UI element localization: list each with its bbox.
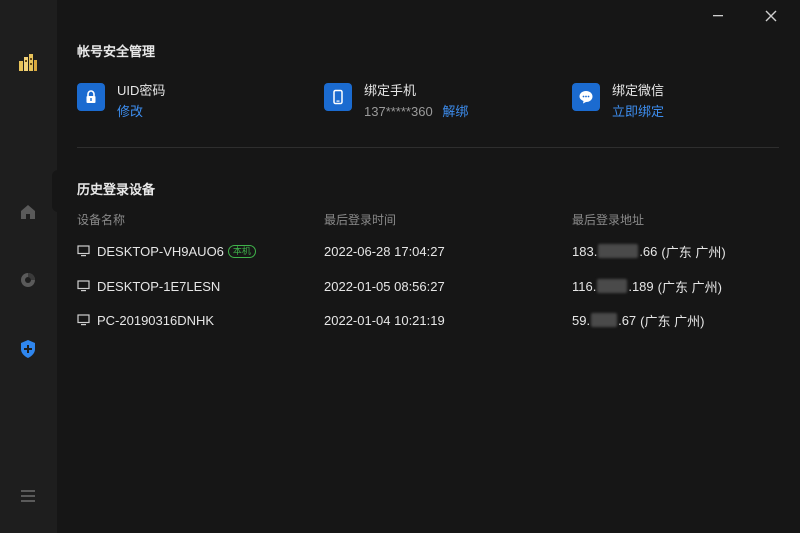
device-cell: PC-20190316DNHK (77, 310, 214, 330)
section-divider (77, 147, 779, 148)
app-logo-icon[interactable] (17, 51, 39, 73)
current-device-badge: 本机 (227, 244, 256, 258)
monitor-icon (77, 280, 90, 292)
menu-icon[interactable] (17, 485, 39, 507)
bind-wechat-link[interactable]: 立即绑定 (612, 101, 664, 120)
shield-plus-icon[interactable] (17, 338, 39, 360)
wechat-icon (572, 83, 600, 111)
ip-location: (广东 广州) (640, 313, 705, 329)
uid-password-title: UID密码 (117, 83, 166, 98)
sync-icon[interactable] (17, 269, 39, 291)
device-name: PC-20190316DNHK (97, 312, 215, 328)
login-address: 59. .67 (广东 广州) (572, 310, 704, 330)
ip-redaction-mask (598, 244, 639, 258)
ip-suffix: .67 (618, 312, 637, 328)
table-row: PC-20190316DNHK 2022-01-04 10:21:19 59. … (77, 310, 779, 334)
sidebar (0, 0, 58, 533)
home-icon[interactable] (17, 201, 39, 223)
change-password-link[interactable]: 修改 (117, 101, 143, 120)
monitor-icon (77, 314, 90, 326)
phone-icon (324, 83, 352, 111)
monitor-icon (77, 245, 90, 257)
bind-wechat-item: 绑定微信 立即绑定 (572, 80, 779, 120)
ip-prefix: 116. (572, 278, 597, 294)
ip-redaction-mask (597, 279, 628, 293)
lock-icon (77, 83, 105, 111)
close-icon[interactable] (761, 6, 781, 26)
login-history-title: 历史登录设备 (77, 182, 156, 197)
column-header-device: 设备名称 (77, 213, 126, 227)
login-time: 2022-01-05 08:56:27 (324, 278, 445, 294)
column-header-time: 最后登录时间 (324, 213, 397, 227)
login-time: 2022-06-28 17:04:27 (324, 243, 445, 259)
device-name: DESKTOP-1E7LESN (97, 278, 221, 294)
ip-suffix: .66 (639, 243, 658, 259)
table-row: DESKTOP-VH9AUO6 本机 2022-06-28 17:04:27 1… (77, 241, 779, 265)
device-cell: DESKTOP-VH9AUO6 本机 (77, 241, 256, 261)
ip-location: (广东 广州) (661, 244, 726, 260)
ip-location: (广东 广州) (657, 279, 722, 295)
bind-phone-title: 绑定手机 (364, 83, 417, 98)
device-cell: DESKTOP-1E7LESN (77, 276, 220, 296)
login-time: 2022-01-04 10:21:19 (324, 312, 445, 328)
ip-prefix: 59. (572, 312, 591, 328)
uid-password-item: UID密码 修改 (77, 80, 297, 120)
phone-number: 137*****360 (364, 104, 433, 119)
login-address: 116. .189 (广东 广州) (572, 276, 722, 296)
column-header-address: 最后登录地址 (572, 213, 645, 227)
ip-redaction-mask (591, 313, 618, 327)
device-name: DESKTOP-VH9AUO6 (97, 243, 224, 259)
login-address: 183. .66 (广东 广州) (572, 241, 726, 261)
bind-phone-sub: 137*****360 解绑 (364, 101, 468, 120)
minimize-icon[interactable] (708, 6, 728, 26)
table-row: DESKTOP-1E7LESN 2022-01-05 08:56:27 116.… (77, 276, 779, 300)
unbind-phone-link[interactable]: 解绑 (442, 104, 468, 119)
ip-prefix: 183. (572, 243, 598, 259)
ip-suffix: .189 (628, 278, 654, 294)
account-security-title: 帐号安全管理 (77, 44, 156, 59)
bind-phone-item: 绑定手机 137*****360 解绑 (324, 80, 544, 120)
bind-wechat-title: 绑定微信 (612, 83, 665, 98)
